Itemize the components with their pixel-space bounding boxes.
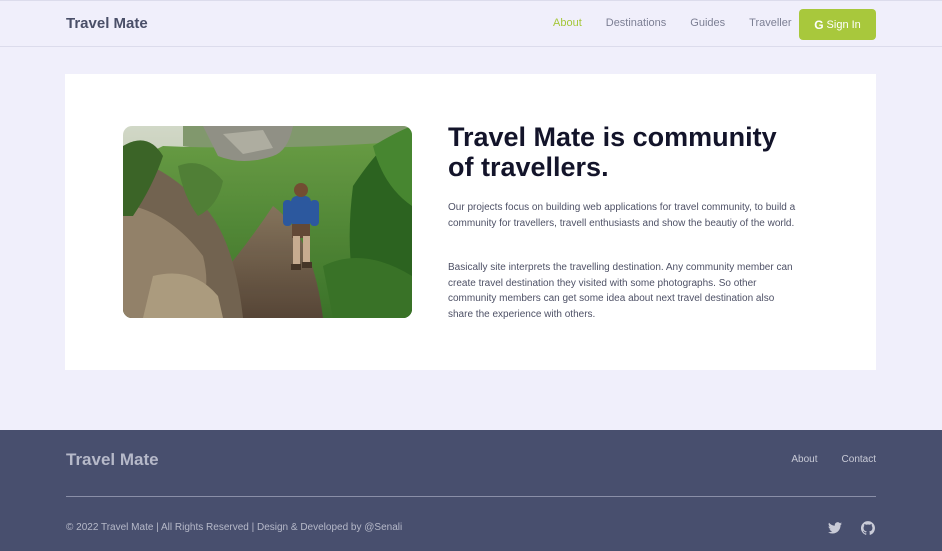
nav-link-destinations[interactable]: Destinations xyxy=(606,17,667,29)
copyright-text: © 2022 Travel Mate | All Rights Reserved… xyxy=(66,522,403,533)
about-card: Travel Mate is community of travellers. … xyxy=(65,74,876,370)
description-paragraph: Basically site interprets the travelling… xyxy=(448,262,793,320)
nav-link-guides[interactable]: Guides xyxy=(690,17,725,29)
google-icon: G xyxy=(814,17,824,32)
github-icon[interactable] xyxy=(860,521,875,540)
nav-link-about[interactable]: About xyxy=(553,17,582,29)
nav-link-traveller[interactable]: Traveller xyxy=(749,17,791,29)
sign-in-label: Sign In xyxy=(826,18,861,31)
footer-links: About Contact xyxy=(767,454,876,465)
footer-brand[interactable]: Travel Mate xyxy=(66,450,159,470)
twitter-icon[interactable] xyxy=(828,521,842,539)
brand-logo[interactable]: Travel Mate xyxy=(66,15,148,32)
footer-link-contact[interactable]: Contact xyxy=(842,454,876,465)
hiker-photo xyxy=(123,126,412,318)
footer-link-about[interactable]: About xyxy=(791,454,817,465)
footer-divider xyxy=(66,496,876,497)
intro-paragraph: Our projects focus on building web appli… xyxy=(448,202,796,229)
nav-links: About Destinations Guides Traveller xyxy=(553,17,816,29)
navbar: Travel Mate About Destinations Guides Tr… xyxy=(0,0,942,47)
page-title: Travel Mate is community of travellers. xyxy=(448,122,777,182)
footer: Travel Mate About Contact © 2022 Travel … xyxy=(0,430,942,551)
sign-in-button[interactable]: G Sign In xyxy=(799,9,876,40)
